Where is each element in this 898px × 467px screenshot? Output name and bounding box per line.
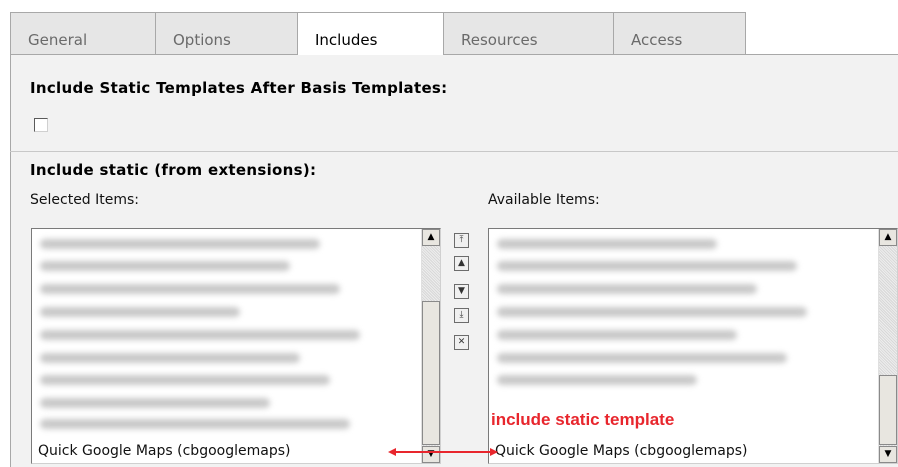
tab-label: Options <box>173 31 231 49</box>
annotation-label: include static template <box>491 410 675 429</box>
list-item[interactable]: Quick Google Maps (cbgooglemaps) <box>38 443 290 459</box>
tab-label: Access <box>631 31 683 49</box>
move-to-top-icon[interactable]: ⤒ <box>454 233 469 248</box>
section-divider <box>10 151 898 152</box>
blurred-item <box>40 307 240 317</box>
blurred-item <box>497 239 717 249</box>
scrollbar-thumb[interactable] <box>422 301 440 445</box>
tab-options[interactable]: Options <box>155 12 298 54</box>
blurred-item <box>497 284 757 294</box>
blurred-item <box>497 375 697 385</box>
blurred-item <box>497 330 737 340</box>
scroll-down-icon[interactable]: ▼ <box>879 446 897 463</box>
scrollbar-thumb[interactable] <box>879 375 897 445</box>
remove-icon[interactable]: ✕ <box>454 335 469 350</box>
tab-access[interactable]: Access <box>613 12 746 54</box>
selected-items-list[interactable]: Quick Google Maps (cbgooglemaps) ▲ ▼ <box>31 228 441 464</box>
blurred-item <box>40 239 320 249</box>
tab-resources[interactable]: Resources <box>443 12 614 54</box>
tab-includes[interactable]: Includes <box>297 12 444 55</box>
tab-label: General <box>28 31 88 49</box>
tab-label: Includes <box>315 31 378 49</box>
selected-items-label: Selected Items: <box>30 192 140 208</box>
scroll-up-icon[interactable]: ▲ <box>422 229 440 246</box>
move-down-icon[interactable]: ▼ <box>454 284 469 299</box>
scroll-up-icon[interactable]: ▲ <box>879 229 897 246</box>
blurred-item <box>40 419 350 429</box>
blurred-item <box>497 307 807 317</box>
include-static-after-basis-heading: Include Static Templates After Basis Tem… <box>30 79 448 97</box>
list-item[interactable]: Quick Google Maps (cbgooglemaps) <box>495 443 747 459</box>
annotation-arrow-icon <box>388 448 498 456</box>
scrollbar[interactable]: ▲ ▼ <box>421 229 440 463</box>
include-static-after-basis-checkbox[interactable] <box>34 118 48 132</box>
blurred-item <box>40 261 290 271</box>
include-static-extensions-heading: Include static (from extensions): <box>30 161 317 179</box>
tab-bar: General Options Includes Resources Acces… <box>0 0 898 55</box>
blurred-item <box>40 375 330 385</box>
blurred-item <box>40 398 270 408</box>
move-to-bottom-icon[interactable]: ⤓ <box>454 308 469 323</box>
blurred-item <box>40 284 340 294</box>
blurred-item <box>40 330 360 340</box>
blurred-item <box>40 353 300 363</box>
available-items-label: Available Items: <box>488 192 600 208</box>
blurred-item <box>497 353 787 363</box>
tab-general[interactable]: General <box>10 12 156 54</box>
tab-label: Resources <box>461 31 538 49</box>
blurred-item <box>497 261 797 271</box>
move-up-icon[interactable]: ▲ <box>454 256 469 271</box>
scrollbar[interactable]: ▲ ▼ <box>878 229 897 463</box>
